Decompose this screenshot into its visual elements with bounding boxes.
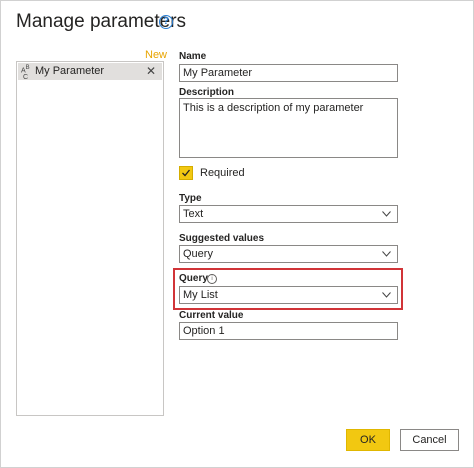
ok-button[interactable]: OK [346, 429, 390, 451]
abc-type-icon: AB C [21, 65, 30, 82]
cancel-button[interactable]: Cancel [400, 429, 459, 451]
manage-parameters-dialog: Manage parameters ? New AB C My Paramete… [0, 0, 474, 468]
chevron-down-icon [382, 292, 391, 298]
name-label: Name [179, 51, 207, 62]
list-item-my-parameter[interactable]: AB C My Parameter ✕ [18, 63, 162, 82]
list-item-label: My Parameter [35, 65, 105, 77]
suggested-values-label: Suggested values [179, 233, 265, 244]
chevron-down-icon [382, 211, 391, 217]
chevron-down-icon [382, 251, 391, 257]
required-checkbox[interactable] [179, 166, 193, 180]
parameter-list: AB C My Parameter ✕ [16, 61, 164, 416]
new-parameter-link[interactable]: New [145, 49, 167, 61]
query-label: Query [179, 273, 208, 284]
description-textarea[interactable]: This is a description of my parameter [179, 98, 398, 158]
suggested-values-select[interactable]: Query [179, 245, 398, 263]
name-input[interactable]: My Parameter [179, 64, 398, 82]
query-select-value: My List [183, 289, 218, 301]
suggested-values-select-value: Query [183, 248, 213, 260]
type-select[interactable]: Text [179, 205, 398, 223]
query-select[interactable]: My List [179, 286, 398, 304]
current-value-label: Current value [179, 310, 244, 321]
current-value-input[interactable]: Option 1 [179, 322, 398, 340]
required-label: Required [200, 167, 245, 179]
delete-icon[interactable]: ✕ [146, 63, 156, 80]
description-label: Description [179, 87, 235, 98]
type-select-value: Text [183, 208, 204, 220]
info-icon[interactable]: i [207, 274, 217, 284]
check-icon [182, 169, 191, 177]
help-icon[interactable]: ? [159, 15, 173, 29]
type-label: Type [179, 193, 202, 204]
